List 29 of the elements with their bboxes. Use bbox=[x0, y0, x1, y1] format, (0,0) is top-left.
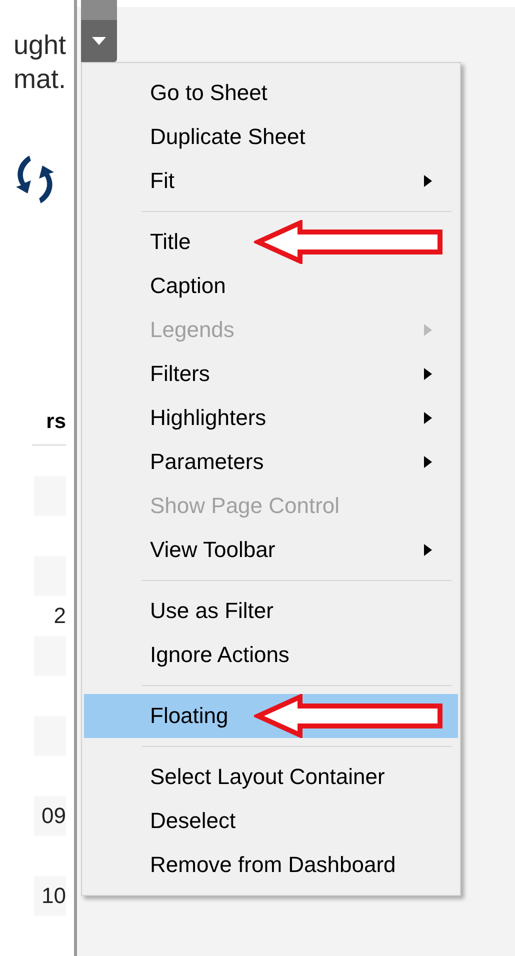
submenu-arrow-icon bbox=[424, 368, 432, 380]
submenu-arrow-icon bbox=[424, 175, 432, 187]
submenu-arrow-icon bbox=[424, 324, 432, 336]
caret-icon bbox=[92, 37, 106, 45]
cell-value: 2 bbox=[54, 603, 66, 629]
dropdown-button[interactable] bbox=[81, 20, 117, 62]
submenu-arrow-icon bbox=[424, 456, 432, 468]
menu-item[interactable]: Title bbox=[84, 220, 458, 264]
table-cell: 09 bbox=[34, 796, 66, 836]
submenu-arrow-icon bbox=[424, 412, 432, 424]
table-cell: 10 bbox=[34, 876, 66, 916]
menu-item[interactable]: Deselect bbox=[84, 799, 458, 843]
menu-item[interactable]: Filters bbox=[84, 352, 458, 396]
menu-item[interactable]: Duplicate Sheet bbox=[84, 115, 458, 159]
menu-item[interactable]: Caption bbox=[84, 264, 458, 308]
menu-item[interactable]: Highlighters bbox=[84, 396, 458, 440]
menu-item[interactable]: Parameters bbox=[84, 440, 458, 484]
menu-item[interactable]: Use as Filter bbox=[84, 589, 458, 633]
description-text: ught bbox=[13, 29, 66, 62]
menu-item[interactable]: Go to Sheet bbox=[84, 71, 458, 115]
menu-item[interactable]: Fit bbox=[84, 159, 458, 203]
menu-item[interactable]: Select Layout Container bbox=[84, 755, 458, 799]
submenu-arrow-icon bbox=[424, 544, 432, 556]
description-text: mat. bbox=[13, 63, 66, 96]
menu-item[interactable]: View Toolbar bbox=[84, 528, 458, 572]
menu-item[interactable]: Ignore Actions bbox=[84, 633, 458, 677]
menu-item[interactable]: Remove from Dashboard bbox=[84, 843, 458, 887]
menu-item[interactable]: Floating bbox=[84, 694, 458, 738]
column-header: rs bbox=[32, 410, 66, 446]
